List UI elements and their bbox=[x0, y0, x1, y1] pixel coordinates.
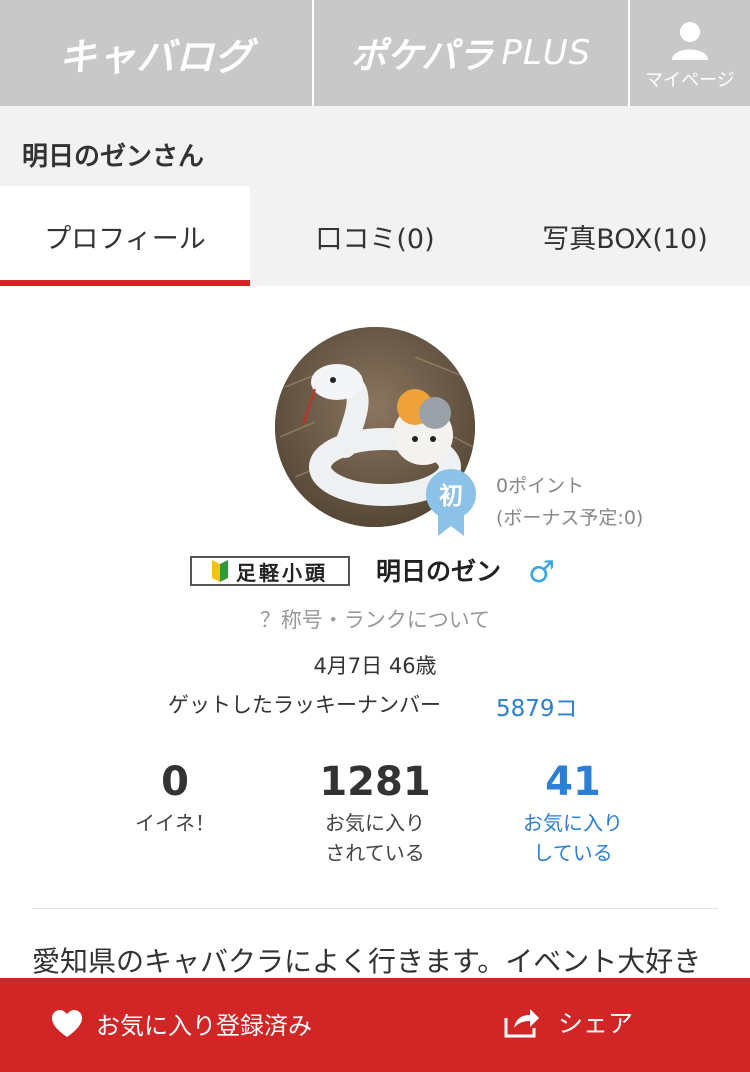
rank-title-text: 足軽小頭 bbox=[236, 560, 328, 585]
kyabalog-logo-text: キャバログ bbox=[58, 34, 254, 79]
stat-favorited-by-label-line1: お気に入り bbox=[325, 811, 425, 835]
favorite-button[interactable]: お気に入り登録済み bbox=[52, 1006, 312, 1041]
bio-text: 愛知県のキャバクラによく行きます。イベント大好き bbox=[32, 945, 702, 978]
lucky-number-label: ゲットしたラッキーナンバー bbox=[168, 693, 441, 717]
top-nav: キャバログ ポケパラ PLUS マイページ bbox=[0, 0, 750, 106]
points-info: 0ポイント (ボーナス予定:0) bbox=[496, 470, 643, 534]
divider bbox=[32, 908, 718, 909]
mypage-button[interactable]: マイページ bbox=[630, 0, 750, 106]
bonus-value: (ボーナス予定:0) bbox=[496, 507, 644, 529]
profile-header: 明日のゼンさん プロフィール 口コミ(0) 写真BOX(10) bbox=[0, 106, 750, 286]
stat-favoriting-label-line1: お気に入り bbox=[523, 811, 623, 835]
tab-photo-box[interactable]: 写真BOX(10) bbox=[500, 186, 750, 286]
share-label: シェア bbox=[558, 1009, 634, 1038]
kyabalog-logo-link[interactable]: キャバログ bbox=[0, 0, 314, 106]
favorite-label: お気に入り登録済み bbox=[96, 1012, 312, 1040]
pokepara-plus-logo-link[interactable]: ポケパラ PLUS bbox=[314, 0, 630, 106]
lucky-number-count-link[interactable]: 5879コ bbox=[496, 689, 578, 723]
display-name: 明日のゼン bbox=[376, 557, 502, 586]
bottom-action-bar: お気に入り登録済み シェア bbox=[0, 978, 750, 1072]
tab-reviews[interactable]: 口コミ(0) bbox=[250, 186, 500, 286]
user-icon bbox=[672, 22, 708, 60]
stat-favorited-by-value: 1281 bbox=[319, 759, 431, 805]
stat-favoriting-label: お気に入り している bbox=[473, 808, 673, 868]
stat-favoriting-link[interactable]: 41 お気に入り している bbox=[473, 760, 673, 868]
tab-profile[interactable]: プロフィール bbox=[0, 186, 250, 286]
stat-favorited-by: 1281 お気に入り されている bbox=[275, 760, 475, 868]
badge-text: 初 bbox=[439, 482, 463, 510]
stat-favorited-by-label-line2: されている bbox=[325, 841, 425, 865]
rank-title-badge: 足軽小頭 bbox=[190, 556, 350, 586]
stat-likes-value: 0 bbox=[161, 759, 189, 805]
stat-favoriting-value: 41 bbox=[545, 759, 601, 805]
share-button[interactable]: シェア bbox=[504, 1004, 633, 1040]
points-value: 0ポイント bbox=[496, 475, 585, 497]
stat-likes: 0 イイネ！ bbox=[75, 760, 275, 838]
stat-likes-label: イイネ！ bbox=[135, 811, 215, 835]
plus-text: PLUS bbox=[501, 33, 592, 73]
male-icon: ♂ bbox=[528, 555, 555, 590]
rank-info-link[interactable]: ？称号・ランクについて bbox=[0, 604, 750, 634]
beginner-mark-icon bbox=[212, 560, 228, 582]
beginner-badge-icon: 初 bbox=[426, 469, 476, 536]
stat-favoriting-label-line2: している bbox=[533, 841, 613, 865]
birthday-age: 4月7日 46歳 bbox=[313, 654, 437, 678]
page-title: 明日のゼンさん bbox=[22, 142, 205, 172]
stat-favorited-by-label: お気に入り されている bbox=[275, 808, 475, 868]
mypage-label: マイページ bbox=[645, 70, 735, 91]
heart-icon bbox=[52, 1009, 82, 1037]
pokepara-logo-text: ポケパラ bbox=[350, 36, 494, 77]
profile-tabs: プロフィール 口コミ(0) 写真BOX(10) bbox=[0, 186, 750, 286]
share-icon bbox=[504, 1009, 539, 1038]
